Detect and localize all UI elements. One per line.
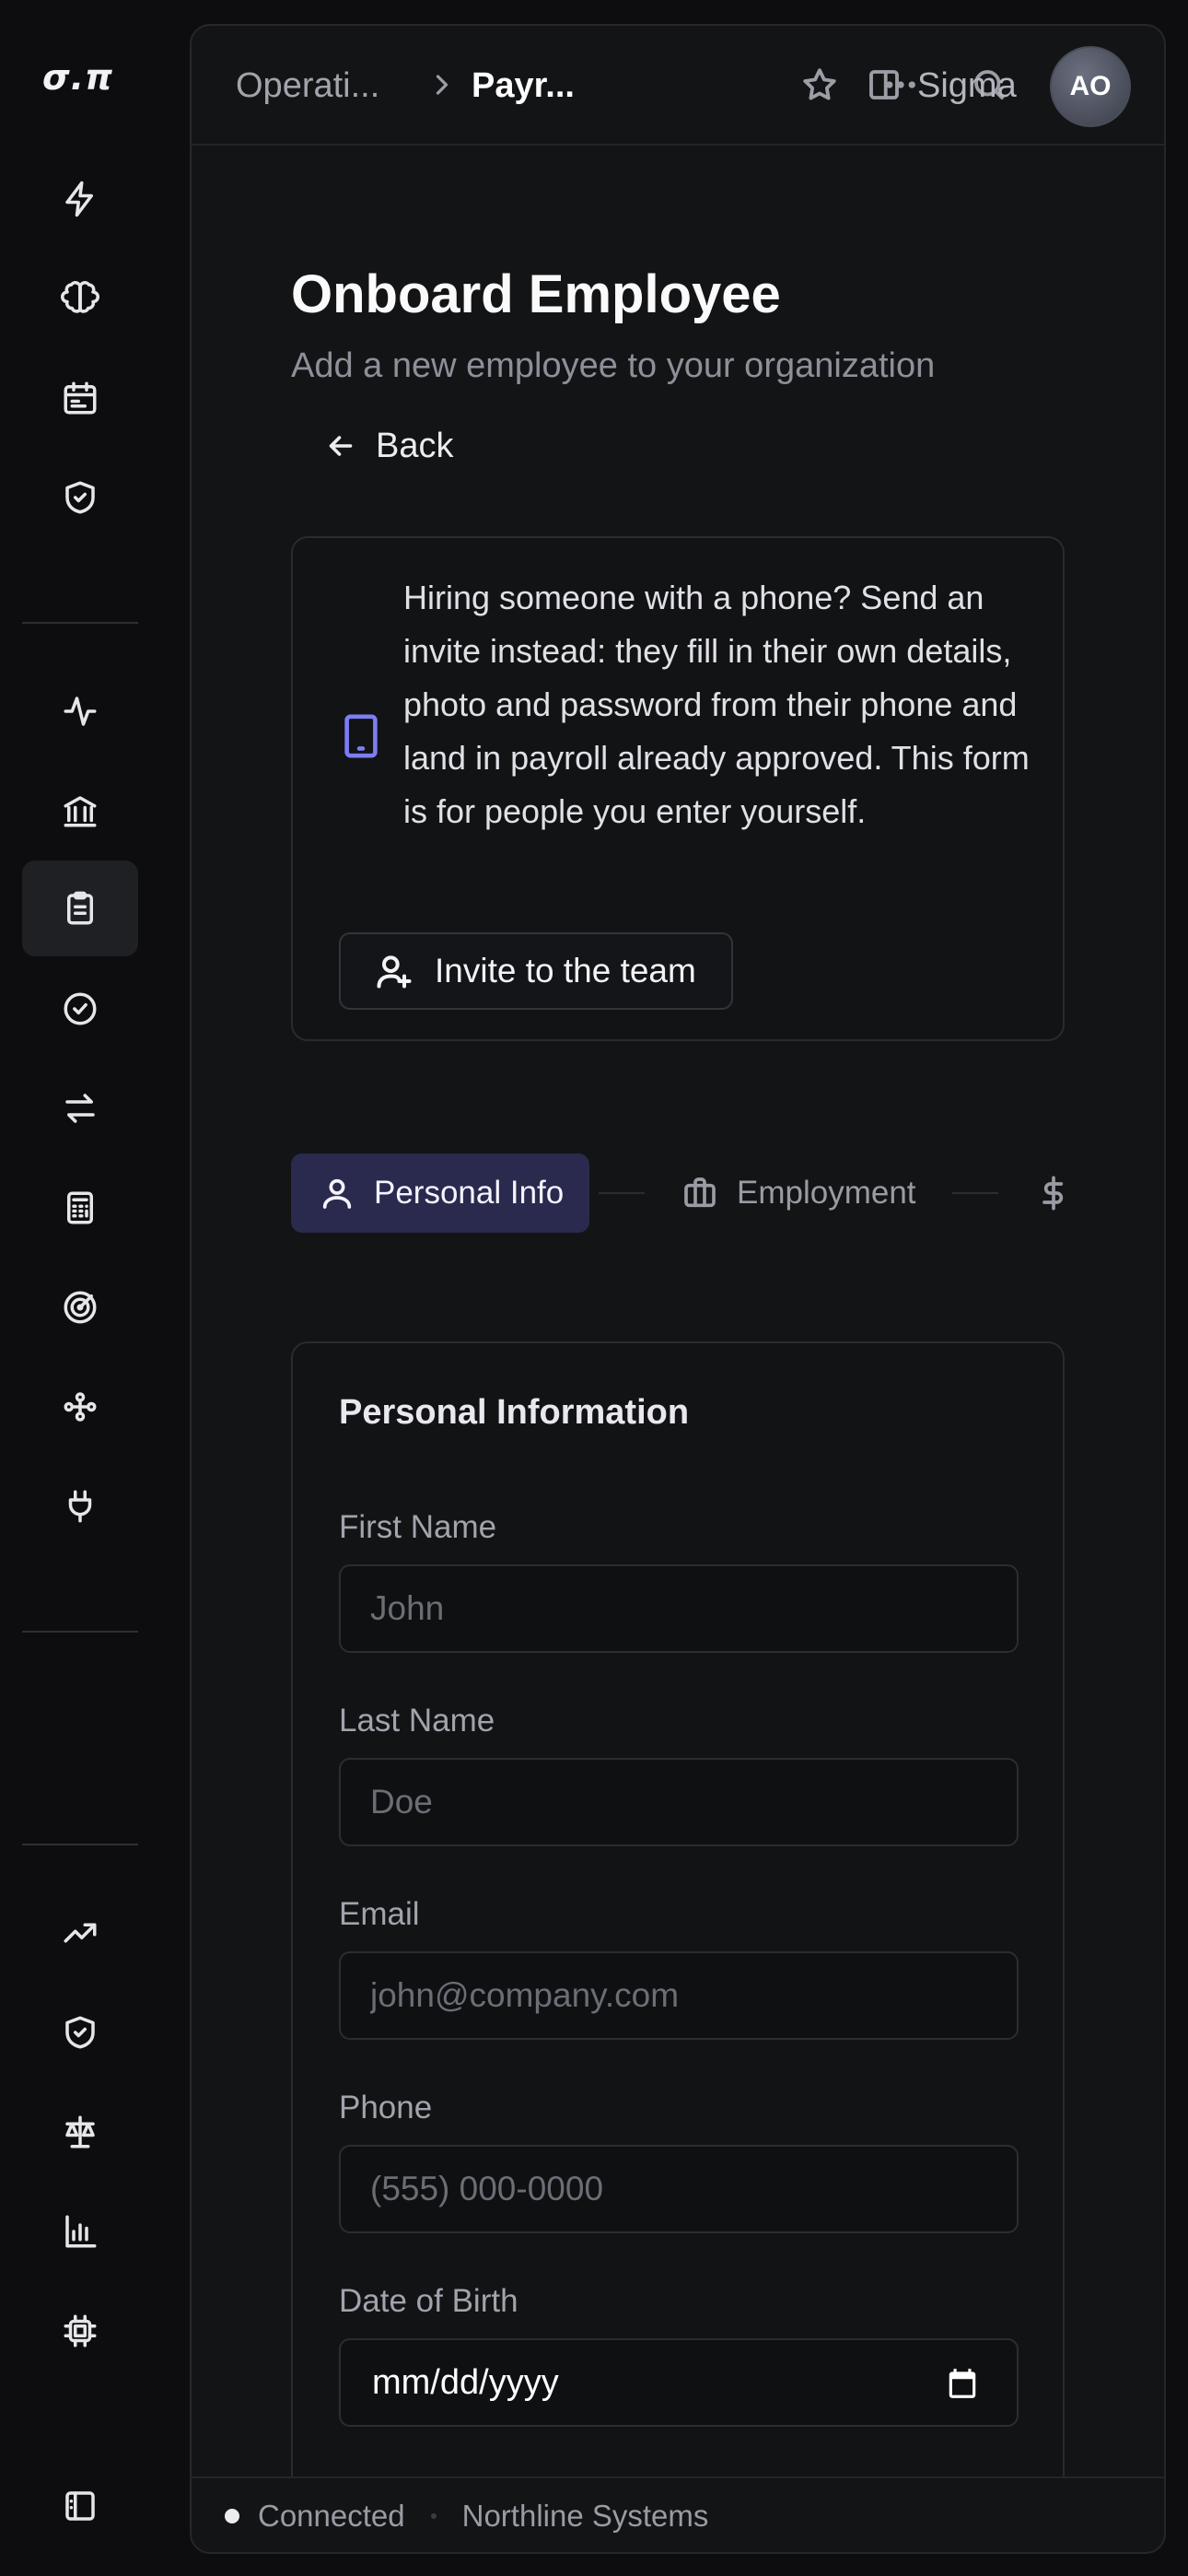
left-rail: σ.π [0,0,181,2576]
last-name-label: Last Name [339,1703,495,1739]
briefcase-icon [684,1177,716,1208]
organization-name: Northline Systems [461,2499,709,2533]
dollar-icon [1042,1176,1064,1211]
calendar-picker-icon[interactable] [945,2366,980,2401]
shield-check-icon[interactable] [22,450,138,545]
bank-icon[interactable] [22,763,138,859]
date-of-birth-input[interactable]: mm/dd/yyyy [339,2338,1019,2427]
rail-divider [22,1844,138,1845]
page-subtitle: Add a new employee to your organization [291,346,936,385]
connection-status: Connected [258,2499,405,2533]
step-label: Employment [737,1175,916,1211]
scale-icon[interactable] [22,2084,138,2180]
back-button[interactable]: Back [324,418,453,474]
workspace-label[interactable]: Sigma [917,66,1017,106]
shield-check-icon[interactable] [22,1985,138,2080]
activity-icon[interactable] [22,663,138,759]
step-employment[interactable]: Employment [681,1153,916,1233]
step-personal-info[interactable]: Personal Info [291,1153,589,1233]
app-logo[interactable]: σ.π [42,57,125,98]
dob-placeholder: mm/dd/yyyy [372,2362,559,2402]
form-title: Personal Information [339,1393,690,1432]
user-icon [322,1178,352,1209]
smartphone-icon [343,713,379,759]
email-input[interactable] [339,1951,1019,2040]
connection-status-dot [225,2509,239,2523]
clipboard-icon[interactable] [22,861,138,956]
invite-callout: Hiring someone with a phone? Send an inv… [291,536,1065,1041]
personal-info-form: Personal Information First Name Last Nam… [291,1341,1065,2552]
email-label: Email [339,1896,420,1932]
invite-button-label: Invite to the team [435,952,696,989]
panel-icon[interactable] [22,2458,138,2554]
status-separator [430,2513,437,2519]
star-icon[interactable] [798,63,842,107]
page-title: Onboard Employee [291,264,781,324]
plug-icon[interactable] [22,1458,138,1554]
last-name-input[interactable] [339,1758,1019,1846]
wizard-steps: Personal Info Employment [291,1153,1065,1233]
dob-label: Date of Birth [339,2283,518,2319]
calendar-icon[interactable] [22,350,138,446]
workflow-icon[interactable] [22,1359,138,1455]
first-name-label: First Name [339,1509,497,1545]
sidebar-panel-icon[interactable] [862,63,906,107]
target-icon[interactable] [22,1259,138,1355]
user-plus-icon [377,955,412,989]
rail-divider [22,622,138,624]
breadcrumb-current: Payr... [472,66,575,105]
arrow-left-icon [329,436,353,456]
bolt-icon[interactable] [22,151,138,247]
phone-label: Phone [339,2090,433,2125]
chevron-right-icon [425,68,459,101]
cpu-icon[interactable] [22,2283,138,2379]
calculator-icon[interactable] [22,1160,138,1256]
invite-to-team-button[interactable]: Invite to the team [339,932,733,1010]
rail-divider [22,1631,138,1633]
step-connector [599,1192,645,1194]
avatar[interactable]: AO [1050,46,1131,127]
badge-check-icon[interactable] [22,961,138,1057]
first-name-input[interactable] [339,1564,1019,1653]
step-connector [952,1192,998,1194]
breadcrumb-parent[interactable]: Operati... [236,66,379,106]
top-bar: Operati... Payr... Sigma AO [192,26,1164,146]
status-bar: Connected Northline Systems [192,2476,1164,2552]
brain-icon[interactable] [22,251,138,346]
bar-chart-icon[interactable] [22,2184,138,2279]
back-label: Back [376,426,454,465]
phone-input[interactable] [339,2145,1019,2233]
invite-text: Hiring someone with a phone? Send an inv… [403,579,1030,830]
arrows-swap-icon[interactable] [22,1060,138,1156]
step-compensation[interactable] [1035,1153,1072,1233]
step-label: Personal Info [374,1175,565,1211]
main-panel: Operati... Payr... Sigma AO Onboard Empl… [190,24,1166,2554]
trending-up-icon[interactable] [22,1885,138,1981]
